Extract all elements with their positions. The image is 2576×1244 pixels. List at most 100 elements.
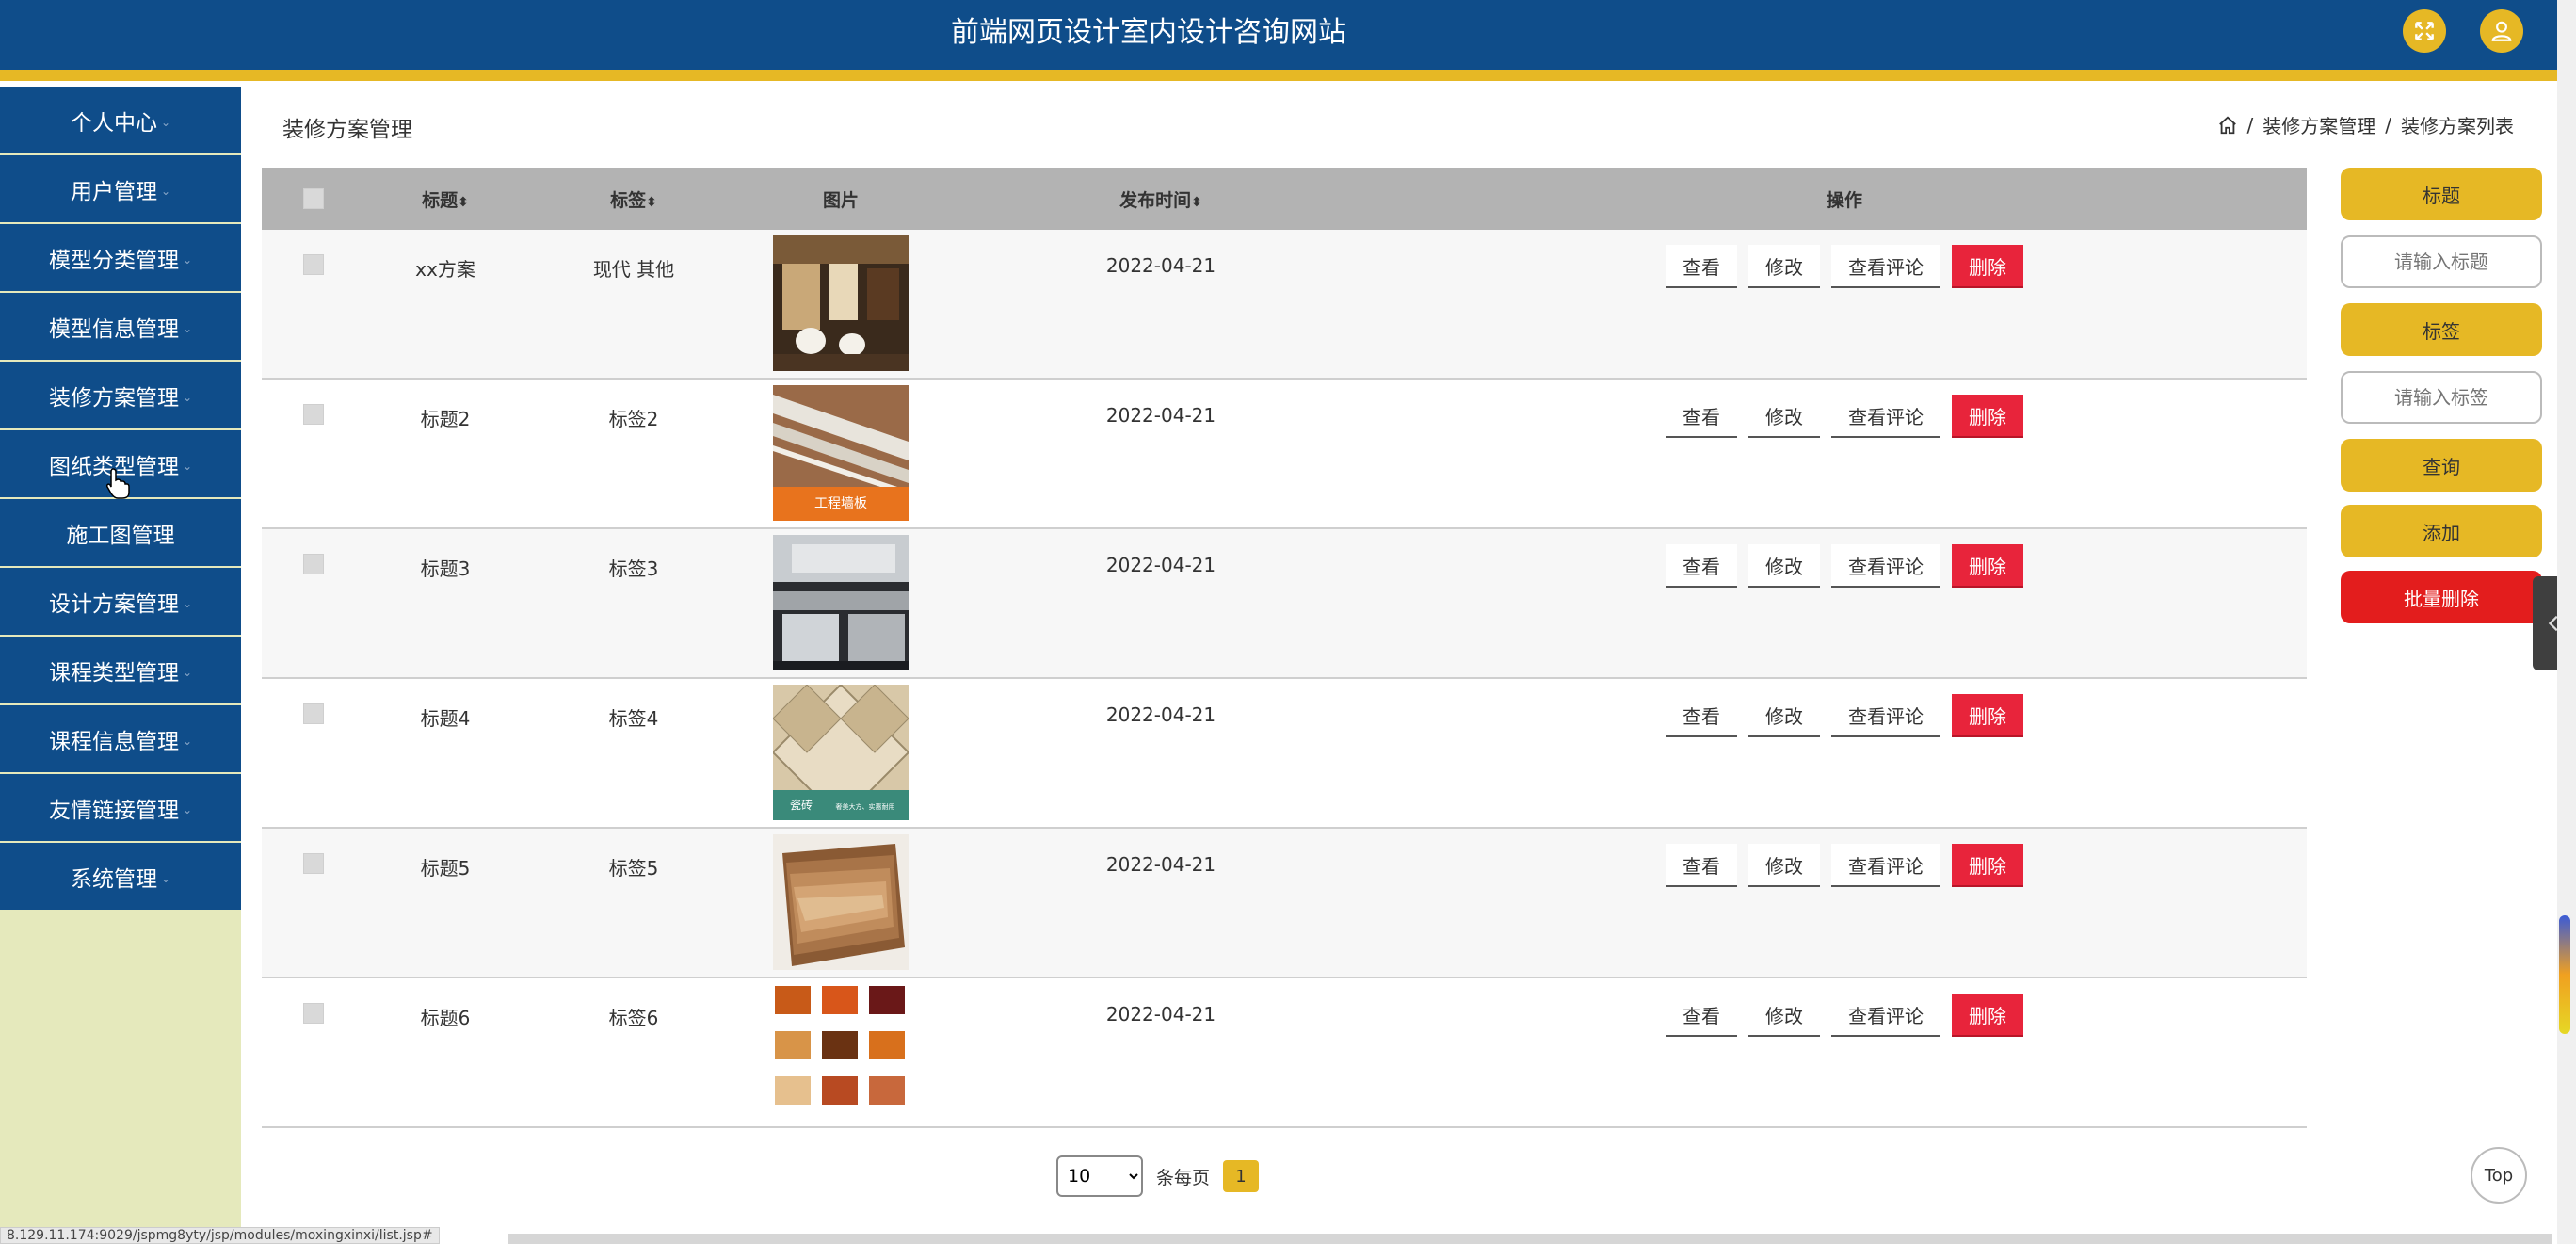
row-checkbox[interactable] <box>303 254 324 275</box>
sidebar-item-users[interactable]: 用户管理 ⌄ <box>0 155 241 222</box>
row-checkbox[interactable] <box>303 703 324 724</box>
thumb-caption: 奢美大方、实惠耐用 <box>836 802 895 811</box>
header-stripe <box>0 70 2557 81</box>
sort-icon[interactable]: ⬍ <box>1191 195 1202 210</box>
sidebar-item-course-info[interactable]: 课程信息管理 ⌄ <box>0 705 241 772</box>
batch-delete-button[interactable]: 批量删除 <box>2341 571 2542 623</box>
cell-title: xx方案 <box>415 258 475 281</box>
page-size-select[interactable]: 10 <box>1056 1155 1143 1197</box>
query-button[interactable]: 查询 <box>2341 439 2542 492</box>
view-comments-button[interactable]: 查看评论 <box>1831 694 1940 737</box>
breadcrumb-item[interactable]: 装修方案管理 <box>2262 111 2375 138</box>
view-button[interactable]: 查看 <box>1666 245 1737 288</box>
title-search-input[interactable] <box>2341 235 2542 288</box>
view-button[interactable]: 查看 <box>1666 994 1737 1037</box>
add-button[interactable]: 添加 <box>2341 505 2542 557</box>
edit-button[interactable]: 修改 <box>1748 245 1820 288</box>
column-header-title[interactable]: 标题⬍ <box>365 186 525 212</box>
sidebar-item-label: 课程类型管理 <box>48 660 179 686</box>
sidebar-item-construction-drawing[interactable]: 施工图管理 <box>0 499 241 566</box>
edit-button[interactable]: 修改 <box>1748 544 1820 588</box>
select-all-checkbox[interactable] <box>303 188 324 209</box>
edit-button[interactable]: 修改 <box>1748 694 1820 737</box>
scrollbar-thumb[interactable] <box>2559 915 2570 1034</box>
view-comments-button[interactable]: 查看评论 <box>1831 994 1940 1037</box>
row-checkbox[interactable] <box>303 853 324 874</box>
status-url: 8.129.11.174:9029/jspmg8yty/jsp/modules/… <box>0 1227 440 1244</box>
bathroom-showroom-image <box>773 235 909 371</box>
row-checkbox[interactable] <box>303 554 324 574</box>
view-button[interactable]: 查看 <box>1666 395 1737 438</box>
sidebar-item-design-plan[interactable]: 设计方案管理 ⌄ <box>0 568 241 635</box>
edit-button[interactable]: 修改 <box>1748 994 1820 1037</box>
row-checkbox[interactable] <box>303 1003 324 1024</box>
delete-button[interactable]: 删除 <box>1952 544 2023 588</box>
chevron-down-icon: ⌄ <box>160 115 171 129</box>
sort-icon[interactable]: ⬍ <box>458 195 469 210</box>
view-comments-button[interactable]: 查看评论 <box>1831 844 1940 887</box>
cell-date: 2022-04-21 <box>1105 554 1216 576</box>
breadcrumb-separator: / <box>2246 113 2254 137</box>
chevron-down-icon: ⌄ <box>160 184 171 198</box>
table-row: 标题5 标签5 2022-04-21 查看 修改 查看评论 删除 <box>262 829 2307 978</box>
chevron-down-icon: ⌄ <box>182 734 193 748</box>
breadcrumb: / 装修方案管理 / 装修方案列表 <box>2217 111 2514 138</box>
edit-button[interactable]: 修改 <box>1748 395 1820 438</box>
sidebar-item-label: 施工图管理 <box>66 523 175 548</box>
view-button[interactable]: 查看 <box>1666 844 1737 887</box>
chevron-down-icon: ⌄ <box>182 459 193 473</box>
table-header: 标题⬍ 标签⬍ 图片 发布时间⬍ 操作 <box>262 168 2307 230</box>
view-comments-button[interactable]: 查看评论 <box>1831 544 1940 588</box>
column-header-tag[interactable]: 标签⬍ <box>525 186 742 212</box>
chevron-down-icon: ⌄ <box>182 252 193 267</box>
delete-button[interactable]: 删除 <box>1952 844 2023 887</box>
view-button[interactable]: 查看 <box>1666 544 1737 588</box>
fullscreen-button[interactable] <box>2403 9 2446 53</box>
delete-button[interactable]: 删除 <box>1952 245 2023 288</box>
tag-search-input[interactable] <box>2341 371 2542 424</box>
row-checkbox[interactable] <box>303 404 324 425</box>
cell-tag: 标签6 <box>608 1007 659 1029</box>
vertical-scrollbar[interactable] <box>2557 0 2576 1244</box>
delete-button[interactable]: 删除 <box>1952 694 2023 737</box>
delete-button[interactable]: 删除 <box>1952 395 2023 438</box>
sidebar-item-model-category[interactable]: 模型分类管理 ⌄ <box>0 224 241 291</box>
thumb-label: 工程墙板 <box>814 496 867 511</box>
sidebar-item-label: 模型分类管理 <box>48 248 179 273</box>
view-comments-button[interactable]: 查看评论 <box>1831 245 1940 288</box>
horizontal-scrollbar[interactable] <box>508 1234 2552 1244</box>
sidebar-item-decoration-plan[interactable]: 装修方案管理 ⌄ <box>0 362 241 428</box>
sidebar-item-friend-links[interactable]: 友情链接管理 ⌄ <box>0 774 241 841</box>
view-comments-button[interactable]: 查看评论 <box>1831 395 1940 438</box>
cell-title: 标题3 <box>420 557 471 580</box>
sidebar-item-system[interactable]: 系统管理 ⌄ <box>0 843 241 910</box>
column-header-date[interactable]: 发布时间⬍ <box>940 186 1382 212</box>
cell-tag: 标签4 <box>608 707 659 730</box>
sidebar-item-label: 友情链接管理 <box>48 798 179 823</box>
column-header-image: 图片 <box>822 189 859 211</box>
sidebar-item-model-info[interactable]: 模型信息管理 ⌄ <box>0 293 241 360</box>
page-number-current[interactable]: 1 <box>1223 1160 1260 1192</box>
chevron-down-icon: ⌄ <box>182 802 193 816</box>
cell-title: 标题5 <box>420 857 471 880</box>
view-button[interactable]: 查看 <box>1666 694 1737 737</box>
cell-date: 2022-04-21 <box>1105 404 1216 427</box>
table-row: 标题4 标签4 瓷砖 奢美大方、实惠耐用 2022-04-21 查看 修改 查看… <box>262 679 2307 829</box>
sidebar-item-label: 系统管理 <box>70 866 157 892</box>
sidebar-item-label: 个人中心 <box>70 110 157 136</box>
user-button[interactable] <box>2480 9 2523 53</box>
delete-button[interactable]: 删除 <box>1952 994 2023 1037</box>
chevron-down-icon: ⌄ <box>182 665 193 679</box>
cell-tag: 标签3 <box>608 557 659 580</box>
chevron-down-icon: ⌄ <box>182 321 193 335</box>
edit-button[interactable]: 修改 <box>1748 844 1820 887</box>
sort-icon[interactable]: ⬍ <box>646 195 657 210</box>
data-table: 标题⬍ 标签⬍ 图片 发布时间⬍ 操作 xx方案 现代 其他 2022-04-2… <box>262 168 2307 1128</box>
sidebar-item-personal-center[interactable]: 个人中心 ⌄ <box>0 87 241 153</box>
table-row: xx方案 现代 其他 2022-04-21 查看 修改 查看评论 删除 <box>262 230 2307 380</box>
table-row: 标题3 标签3 2022-04-21 查看 修改 查看评论 删除 <box>262 529 2307 679</box>
home-icon[interactable] <box>2217 115 2238 136</box>
sidebar-item-label: 设计方案管理 <box>48 591 179 617</box>
back-to-top-button[interactable]: Top <box>2471 1147 2527 1204</box>
sidebar-item-course-type[interactable]: 课程类型管理 ⌄ <box>0 637 241 703</box>
